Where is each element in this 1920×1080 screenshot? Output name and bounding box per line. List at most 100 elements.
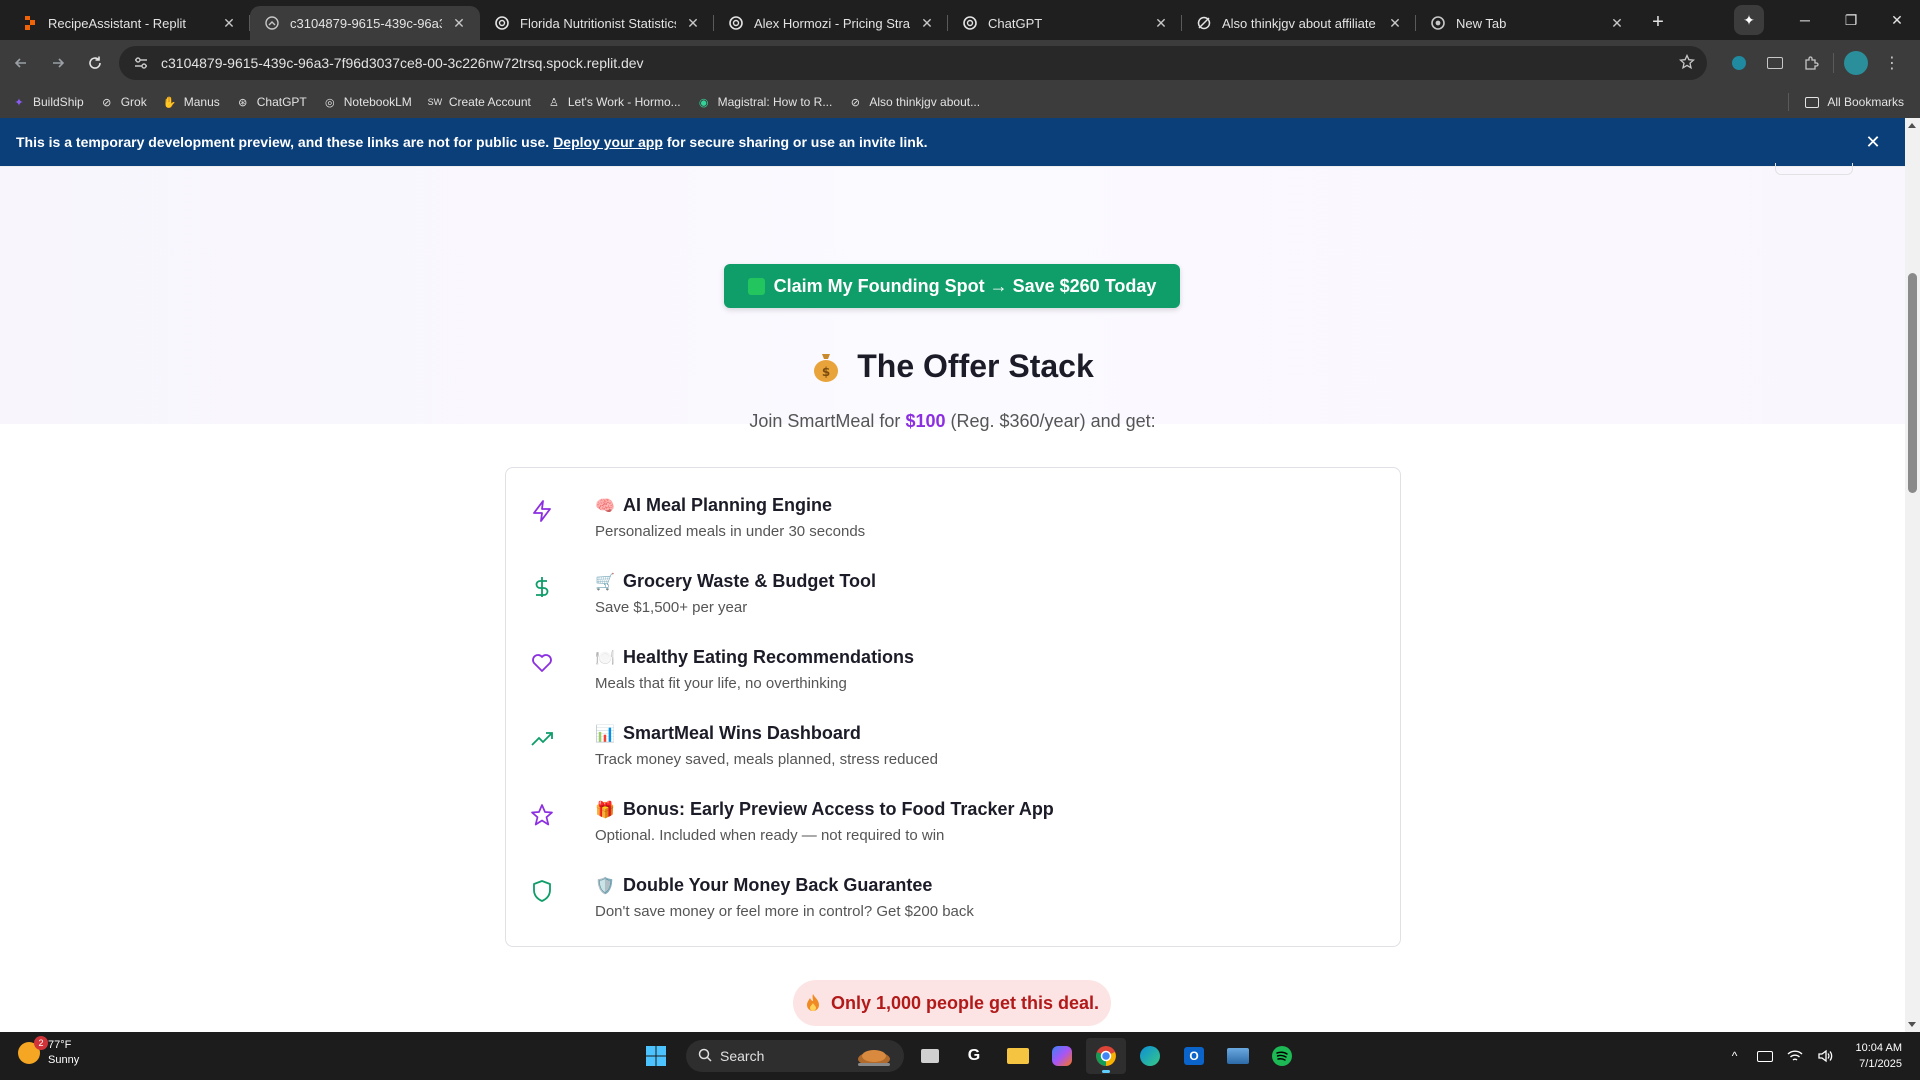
close-icon[interactable]: ✕ bbox=[1863, 132, 1883, 152]
tab-florida[interactable]: Florida Nutritionist Statistics ✕ bbox=[480, 6, 714, 40]
outlook-icon[interactable]: O bbox=[1174, 1038, 1214, 1074]
item-title-text: Bonus: Early Preview Access to Food Trac… bbox=[623, 799, 1054, 819]
taskbar-search[interactable]: Search bbox=[686, 1040, 904, 1072]
tab-title: Florida Nutritionist Statistics bbox=[520, 15, 676, 31]
copilot-icon[interactable] bbox=[1042, 1038, 1082, 1074]
scroll-up-arrow-icon[interactable] bbox=[1908, 123, 1916, 128]
bookmark-label: Magistral: How to R... bbox=[717, 95, 833, 109]
edge-icon[interactable] bbox=[1130, 1038, 1170, 1074]
item-title: 🎁 Bonus: Early Preview Access to Food Tr… bbox=[595, 799, 1054, 820]
site-info-icon[interactable] bbox=[131, 53, 151, 73]
tab-active-preview[interactable]: c3104879-9615-439c-96a3-7f96 ✕ bbox=[250, 6, 480, 40]
bar-chart-icon: 📊 bbox=[595, 725, 615, 743]
deploy-app-link[interactable]: Deploy your app bbox=[553, 134, 663, 150]
gemini-sparkle-icon[interactable]: ✦ bbox=[1734, 5, 1764, 35]
cta-section: Claim My Founding Spot → Save $260 Today bbox=[0, 163, 1905, 424]
close-icon[interactable]: ✕ bbox=[1152, 14, 1170, 32]
close-icon[interactable]: ✕ bbox=[450, 14, 468, 32]
notification-badge: 2 bbox=[34, 1036, 48, 1050]
bookmark-label: Create Account bbox=[448, 95, 531, 109]
address-bar[interactable]: c3104879-9615-439c-96a3-7f96d3037ce8-00-… bbox=[119, 46, 1707, 80]
item-title: 🛡️ Double Your Money Back Guarantee bbox=[595, 875, 932, 896]
bookmarks-divider bbox=[1788, 93, 1790, 111]
system-clock[interactable]: 10:04 AM 7/1/2025 bbox=[1856, 1040, 1902, 1072]
bookmark-create-account[interactable]: SW Create Account bbox=[428, 95, 531, 109]
item-title: 🧠 AI Meal Planning Engine bbox=[595, 495, 832, 516]
toolbar-divider bbox=[1833, 53, 1834, 73]
chevron-up-icon[interactable]: ^ bbox=[1722, 1043, 1748, 1069]
close-icon[interactable]: ✕ bbox=[1608, 14, 1626, 32]
list-item: 🧠 AI Meal Planning Engine Personalized m… bbox=[530, 495, 1370, 555]
task-view-icon[interactable] bbox=[910, 1038, 950, 1074]
svg-text:$: $ bbox=[822, 365, 830, 379]
close-icon[interactable]: ✕ bbox=[220, 14, 238, 32]
bookmark-lets-work[interactable]: ♙ Let's Work - Hormo... bbox=[547, 95, 681, 109]
windows-taskbar: 2 77°F Sunny Search G O ^ 10:04 AM 7/1/2… bbox=[0, 1032, 1920, 1080]
media-icon[interactable] bbox=[1757, 47, 1793, 79]
back-button[interactable] bbox=[5, 47, 37, 79]
start-button[interactable] bbox=[636, 1038, 676, 1074]
tab-replit[interactable]: RecipeAssistant - Replit ✕ bbox=[8, 6, 250, 40]
offer-subtitle: Join SmartMeal for $100 (Reg. $360/year)… bbox=[0, 411, 1905, 432]
offer-stack-heading: $ The Offer Stack bbox=[0, 348, 1905, 385]
bookmark-star-icon[interactable] bbox=[1678, 53, 1696, 73]
grok-icon: ⊘ bbox=[850, 96, 860, 109]
wifi-icon[interactable] bbox=[1782, 1043, 1808, 1069]
close-icon[interactable]: ✕ bbox=[918, 14, 936, 32]
item-title-text: Grocery Waste & Budget Tool bbox=[623, 571, 877, 591]
tab-hormozi[interactable]: Alex Hormozi - Pricing Strategy ✕ bbox=[714, 6, 948, 40]
offer-stack-card: 🧠 AI Meal Planning Engine Personalized m… bbox=[505, 467, 1401, 947]
profile-avatar[interactable] bbox=[1838, 47, 1874, 79]
window-controls: ✦ ─ ❐ ✕ bbox=[1734, 0, 1920, 40]
bookmark-manus[interactable]: ✋ Manus bbox=[163, 95, 220, 109]
bookmark-label: Let's Work - Hormo... bbox=[567, 95, 681, 109]
chrome-taskbar-icon[interactable] bbox=[1086, 1038, 1126, 1074]
bookmark-buildship[interactable]: ✦ BuildShip bbox=[12, 95, 83, 109]
tab-new[interactable]: New Tab ✕ bbox=[1416, 6, 1638, 40]
notebooklm-icon: ◎ bbox=[324, 96, 335, 109]
close-icon[interactable]: ✕ bbox=[684, 14, 702, 32]
photos-icon[interactable] bbox=[1218, 1038, 1258, 1074]
reload-button[interactable] bbox=[79, 47, 111, 79]
close-icon[interactable]: ✕ bbox=[1386, 14, 1404, 32]
spotify-icon[interactable] bbox=[1262, 1038, 1302, 1074]
trending-up-icon bbox=[531, 732, 553, 746]
keyboard-icon[interactable] bbox=[1752, 1043, 1778, 1069]
list-item: 📊 SmartMeal Wins Dashboard Track money s… bbox=[530, 723, 1370, 783]
bookmarks-bar: ✦ BuildShip ⊘ Grok ✋ Manus ⊛ ChatGPT ◎ Notebo… bbox=[0, 86, 1920, 118]
header-button-edge[interactable] bbox=[1775, 163, 1853, 175]
sun-icon: 2 bbox=[18, 1036, 48, 1064]
forward-button[interactable] bbox=[42, 47, 74, 79]
kebab-menu-icon[interactable]: ⋮ bbox=[1874, 47, 1910, 79]
bookmark-grok[interactable]: ⊘ Grok bbox=[100, 95, 147, 109]
restore-button[interactable]: ❐ bbox=[1828, 0, 1874, 40]
app-g-icon[interactable]: G bbox=[954, 1038, 994, 1074]
dev-preview-banner: This is a temporary development preview,… bbox=[0, 118, 1905, 166]
claim-spot-label: Claim My Founding Spot → Save $260 Today bbox=[773, 275, 1157, 296]
file-explorer-icon[interactable] bbox=[998, 1038, 1038, 1074]
all-bookmarks[interactable]: All Bookmarks bbox=[1788, 86, 1904, 118]
item-description: Personalized meals in under 30 seconds bbox=[595, 523, 866, 540]
claim-spot-button[interactable]: Claim My Founding Spot → Save $260 Today bbox=[724, 264, 1180, 308]
windows-logo-icon bbox=[646, 1046, 666, 1066]
scroll-down-arrow-icon[interactable] bbox=[1908, 1022, 1916, 1027]
extension-icon[interactable] bbox=[1721, 47, 1757, 79]
all-bookmarks-label: All Bookmarks bbox=[1827, 95, 1904, 109]
extensions-puzzle-icon[interactable] bbox=[1793, 47, 1829, 79]
volume-icon[interactable] bbox=[1812, 1043, 1838, 1069]
item-title-text: SmartMeal Wins Dashboard bbox=[623, 723, 861, 743]
minimize-button[interactable]: ─ bbox=[1782, 0, 1828, 40]
tab-grok[interactable]: Also thinkjgv about affiliate fo ✕ bbox=[1182, 6, 1416, 40]
bookmark-magistral[interactable]: ◉ Magistral: How to R... bbox=[697, 95, 833, 109]
bookmark-chatgpt[interactable]: ⊛ ChatGPT bbox=[236, 95, 307, 109]
weather-widget[interactable]: 2 77°F Sunny bbox=[18, 1036, 79, 1068]
close-window-button[interactable]: ✕ bbox=[1874, 0, 1920, 40]
page-scrollbar[interactable] bbox=[1905, 118, 1920, 1032]
new-tab-button[interactable]: + bbox=[1644, 8, 1672, 36]
scrollbar-thumb[interactable] bbox=[1908, 273, 1917, 493]
chatgpt-icon: ⊛ bbox=[238, 96, 248, 109]
bookmark-grok-affiliate[interactable]: ⊘ Also thinkjgv about... bbox=[848, 95, 980, 109]
browser-toolbar: c3104879-9615-439c-96a3-7f96d3037ce8-00-… bbox=[0, 40, 1920, 86]
tab-chatgpt[interactable]: ChatGPT ✕ bbox=[948, 6, 1182, 40]
bookmark-notebooklm[interactable]: ◎ NotebookLM bbox=[323, 95, 412, 109]
